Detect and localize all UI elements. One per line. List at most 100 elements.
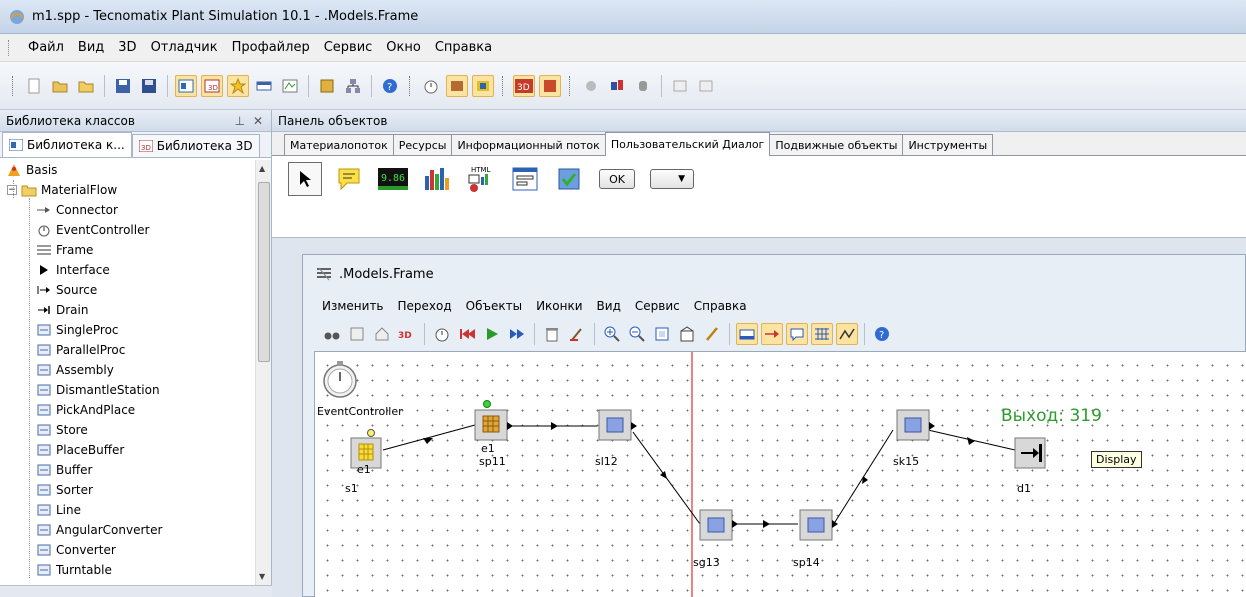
tree-item-angularconverter[interactable]: AngularConverter: [0, 520, 256, 540]
menu-file[interactable]: Файл: [21, 40, 71, 55]
animation-objects-icon[interactable]: [472, 74, 494, 97]
grid-icon[interactable]: [811, 323, 833, 345]
hand-icon[interactable]: [632, 75, 654, 97]
home-icon[interactable]: [371, 323, 393, 345]
tree-item-drain[interactable]: Drain: [0, 300, 256, 320]
close-icon[interactable]: ✕: [253, 114, 263, 128]
frame-help-icon[interactable]: ?: [871, 323, 893, 345]
tree-item-frame[interactable]: Frame: [0, 240, 256, 260]
frame-menu-view[interactable]: Вид: [590, 299, 628, 313]
tree-item-dismantlestation[interactable]: DismantleStation: [0, 380, 256, 400]
tree-item-eventcontroller[interactable]: EventController: [0, 220, 256, 240]
frame-menu-edit[interactable]: Изменить: [315, 299, 391, 313]
new-file-icon[interactable]: [23, 75, 45, 97]
menu-3d[interactable]: 3D: [111, 40, 143, 55]
pointer-tool[interactable]: [288, 162, 322, 196]
tree-item-singleproc[interactable]: SingleProc: [0, 320, 256, 340]
tab-tools[interactable]: Инструменты: [902, 134, 994, 155]
tab-class-library[interactable]: Библиотека к...: [2, 132, 132, 157]
report-tool[interactable]: HTML: [464, 162, 498, 196]
tree-item-connector[interactable]: Connector: [0, 200, 256, 220]
comment-tool[interactable]: [332, 162, 366, 196]
tree-item-converter[interactable]: Converter: [0, 540, 256, 560]
delete-icon[interactable]: [541, 323, 563, 345]
start-icon[interactable]: [481, 323, 503, 345]
save-all-icon[interactable]: [138, 75, 160, 97]
tree-item-pickandplace[interactable]: PickAndPlace: [0, 400, 256, 420]
favorites-star-icon[interactable]: [227, 74, 249, 97]
model-canvas[interactable]: EventController e1 s1 e1 sp11 sl12 sg13 …: [314, 351, 1246, 597]
display-tool[interactable]: 9.86: [376, 162, 410, 196]
open-folder-icon[interactable]: [49, 75, 71, 97]
window-alt-icon[interactable]: [695, 75, 717, 97]
pencil-icon[interactable]: [701, 323, 723, 345]
render-icon[interactable]: [539, 74, 561, 97]
collapse-minus-icon[interactable]: −: [7, 185, 17, 195]
tab-material-flow[interactable]: Материалопоток: [284, 134, 394, 155]
zoom-out-icon[interactable]: [626, 323, 648, 345]
event-controller-icon[interactable]: [431, 323, 453, 345]
help-icon[interactable]: ?: [379, 75, 401, 97]
debug-icon[interactable]: [580, 75, 602, 97]
fit-view-icon[interactable]: [651, 323, 673, 345]
tree-item-line[interactable]: Line: [0, 500, 256, 520]
library-3d-toggle-icon[interactable]: 3D: [201, 74, 223, 97]
tree-item-source[interactable]: Source: [0, 280, 256, 300]
menu-service[interactable]: Сервис: [317, 40, 380, 55]
chart-tool[interactable]: [420, 162, 454, 196]
zoom-in-icon[interactable]: [601, 323, 623, 345]
tree-item-parallelproc[interactable]: ParallelProc: [0, 340, 256, 360]
frame-menu-help[interactable]: Справка: [687, 299, 754, 313]
cleanup-icon[interactable]: [566, 323, 588, 345]
open-folder-alt-icon[interactable]: [75, 75, 97, 97]
tree-item-interface[interactable]: Interface: [0, 260, 256, 280]
checkbox-tool[interactable]: [552, 162, 586, 196]
scroll-up-icon[interactable]: ▲: [259, 164, 265, 173]
pin-icon[interactable]: ⊥: [234, 114, 244, 128]
frame-menu-objects[interactable]: Объекты: [459, 299, 529, 313]
menu-profiler[interactable]: Профайлер: [225, 40, 317, 55]
tree-item-placebuffer[interactable]: PlaceBuffer: [0, 440, 256, 460]
frame-menu-navigate[interactable]: Переход: [391, 299, 459, 313]
icon-editor-icon[interactable]: [676, 323, 698, 345]
scroll-down-icon[interactable]: ▼: [259, 572, 265, 581]
animation-icon[interactable]: [446, 74, 468, 97]
network-icon[interactable]: [342, 75, 364, 97]
tab-resources[interactable]: Ресурсы: [392, 134, 453, 155]
ok-button-tool[interactable]: OK: [596, 162, 638, 196]
console-icon[interactable]: [279, 75, 301, 97]
tree-item-basis[interactable]: Basis: [0, 160, 256, 180]
tree-item-turntable[interactable]: Turntable: [0, 560, 256, 580]
view-3d-icon[interactable]: 3D: [513, 74, 535, 97]
tree-item-materialflow[interactable]: − MaterialFlow: [0, 180, 256, 200]
tree-item-store[interactable]: Store: [0, 420, 256, 440]
menu-debugger[interactable]: Отладчик: [144, 40, 225, 55]
save-icon[interactable]: [112, 75, 134, 97]
book-icon[interactable]: [316, 75, 338, 97]
profiler-icon[interactable]: [606, 75, 628, 97]
menu-help[interactable]: Справка: [428, 40, 499, 55]
scrollbar-thumb[interactable]: [258, 182, 270, 362]
menu-view[interactable]: Вид: [71, 40, 111, 55]
binoculars-icon[interactable]: [321, 323, 343, 345]
reset-icon[interactable]: [456, 323, 478, 345]
tab-user-dialog[interactable]: Пользовательский Диалог: [604, 132, 771, 156]
tree-item-sorter[interactable]: Sorter: [0, 480, 256, 500]
dropdown-tool[interactable]: ▼: [648, 162, 696, 196]
window-icon[interactable]: [669, 75, 691, 97]
class-tree-scrollbar[interactable]: ▲ ▼: [255, 160, 271, 585]
view-3d-small-icon[interactable]: 3D: [396, 323, 418, 345]
dialog-tool[interactable]: [508, 162, 542, 196]
object-panel-icon[interactable]: [253, 75, 275, 97]
hide-text-icon[interactable]: [736, 323, 758, 345]
stopwatch-icon[interactable]: [420, 75, 442, 97]
show-comments-icon[interactable]: [786, 323, 808, 345]
tree-item-buffer[interactable]: Buffer: [0, 460, 256, 480]
class-library-toggle-icon[interactable]: [175, 74, 197, 97]
parent-frame-icon[interactable]: [346, 323, 368, 345]
frame-menu-service[interactable]: Сервис: [628, 299, 687, 313]
tab-information-flow[interactable]: Информационный поток: [451, 134, 606, 155]
tab-library-3d[interactable]: 3D Библиотека 3D: [131, 134, 260, 157]
menu-window[interactable]: Окно: [379, 40, 428, 55]
show-connectors-icon[interactable]: [761, 323, 783, 345]
